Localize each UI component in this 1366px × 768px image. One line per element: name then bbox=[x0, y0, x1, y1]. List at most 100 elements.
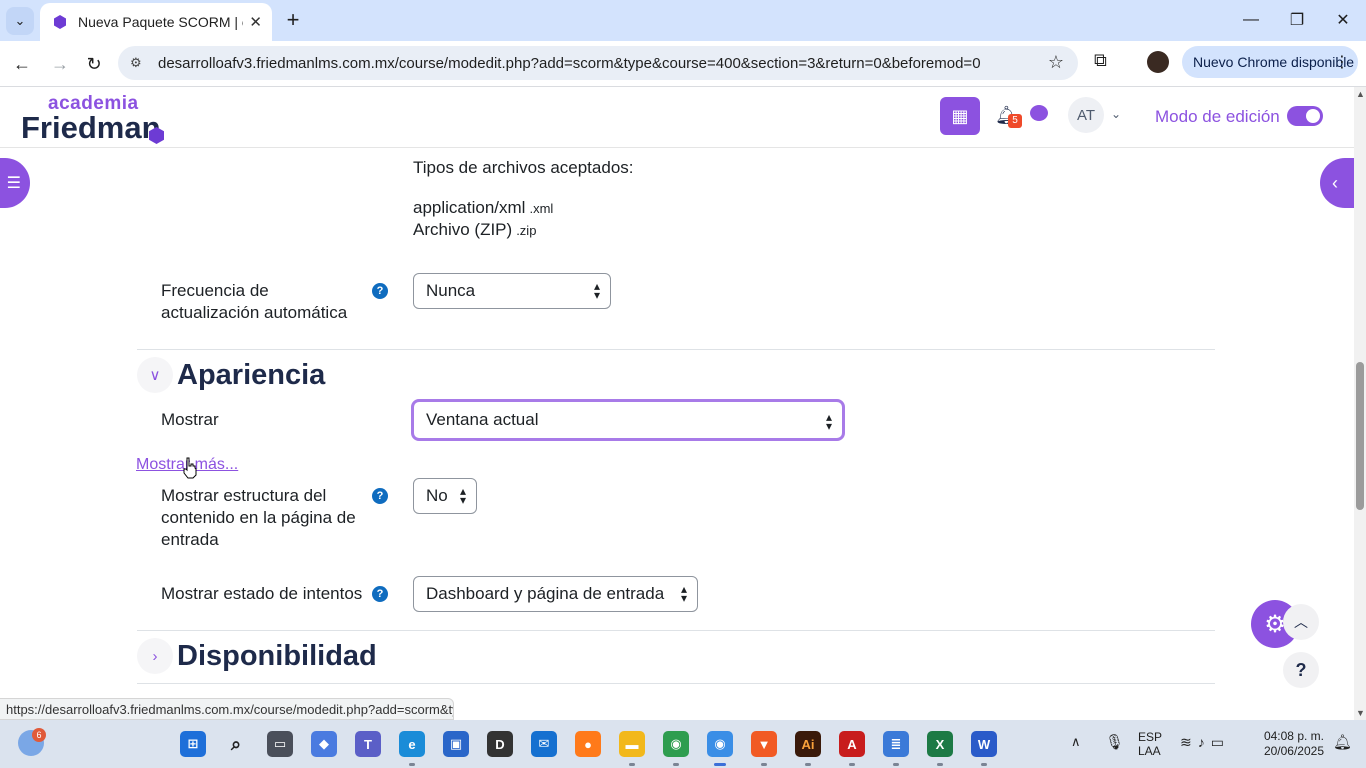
chevron-up-icon: ︿ bbox=[1294, 614, 1308, 630]
section-title: Apariencia bbox=[177, 358, 326, 391]
site-header: academia Friedman ▦ 🔔︎ 5 AT ⌄ Modo de ed… bbox=[0, 87, 1354, 148]
brave-icon[interactable]: ▼ bbox=[751, 731, 777, 766]
profile-avatar[interactable] bbox=[1147, 51, 1169, 73]
task-view-icon[interactable]: ▭ bbox=[267, 731, 293, 757]
update-frequency-select[interactable]: Nunca ▴ ▾ bbox=[413, 273, 611, 309]
chevron-right-icon[interactable]: › bbox=[137, 638, 173, 674]
academia-friedman-logo[interactable]: academia Friedman bbox=[21, 94, 171, 145]
taskbar-clock[interactable]: 04:08 p. m. 20/06/2025 bbox=[1258, 729, 1324, 759]
notification-bell-icon[interactable]: 🔔︎ bbox=[1333, 733, 1352, 751]
word-icon[interactable]: W bbox=[971, 731, 997, 766]
back-arrow-icon[interactable]: ← bbox=[8, 50, 36, 78]
section-header-availability[interactable]: › Disponibilidad bbox=[137, 638, 377, 674]
back-to-top-button[interactable]: ︿ bbox=[1283, 604, 1319, 640]
close-window-button[interactable]: ✕ bbox=[1328, 6, 1358, 34]
chrome-update-label: Nuevo Chrome disponible bbox=[1193, 54, 1355, 70]
language-code: ESP bbox=[1138, 730, 1163, 744]
notification-count-badge: 5 bbox=[1008, 114, 1022, 128]
apps-grid-button[interactable]: ▦ bbox=[940, 97, 980, 135]
chrome-menu-icon[interactable]: ⋮ bbox=[1334, 52, 1350, 72]
course-index-drawer-button[interactable]: ☰ bbox=[0, 158, 30, 208]
select-updown-icon: ▴ ▾ bbox=[825, 410, 832, 433]
extensions-puzzle-icon[interactable]: ⧉ bbox=[1094, 50, 1107, 71]
chrome-profile-icon[interactable]: ◉ bbox=[663, 731, 689, 766]
windows-taskbar: 6 ⊞ ⌕ ▭ ◆ T e ▣ D ✉ ● ▬ ◉ ◉ ▼ Ai A ≣ X W… bbox=[0, 720, 1366, 768]
scrollbar-thumb[interactable] bbox=[1356, 362, 1364, 510]
user-menu-chevron-icon[interactable]: ⌄ bbox=[1111, 107, 1121, 121]
chevron-down-icon[interactable]: ∨ bbox=[137, 357, 173, 393]
help-icon[interactable]: ? bbox=[372, 488, 388, 504]
tray-wifi-volume-battery-icons[interactable]: ≋♪▭ bbox=[1180, 734, 1230, 751]
restore-window-button[interactable]: ❐ bbox=[1282, 6, 1312, 34]
logo-bottom-text: Friedman bbox=[21, 110, 161, 145]
address-url: desarrolloafv3.friedmanlms.com.mx/course… bbox=[158, 54, 981, 72]
start-windows-icon[interactable]: ⊞ bbox=[180, 731, 206, 757]
section-header-appearance[interactable]: ∨ Apariencia bbox=[137, 357, 325, 393]
minimize-window-button[interactable]: — bbox=[1236, 6, 1266, 34]
scroll-up-arrow-icon[interactable]: ▲ bbox=[1356, 89, 1365, 99]
select-updown-icon: ▴ ▾ bbox=[680, 582, 687, 605]
address-bar[interactable]: ⚙ desarrolloafv3.friedmanlms.com.mx/cour… bbox=[118, 46, 1078, 80]
moodle-favicon-icon bbox=[54, 15, 66, 29]
mail-icon[interactable]: ✉ bbox=[531, 731, 557, 757]
copilot-icon[interactable]: ◆ bbox=[311, 731, 337, 757]
help-button[interactable]: ? bbox=[1283, 652, 1319, 688]
mouse-cursor-hand-icon bbox=[183, 457, 197, 479]
tab-search-chevron-icon[interactable]: ⌄ bbox=[6, 7, 34, 35]
messages-chat-icon[interactable] bbox=[1030, 105, 1048, 121]
content-structure-select[interactable]: No ▴ ▾ bbox=[413, 478, 477, 514]
browser-tab-strip: ⌄ Nueva Paquete SCORM | curso2 ✕ + — ❐ ✕ bbox=[0, 0, 1366, 41]
file-explorer-icon[interactable]: ▬ bbox=[619, 731, 645, 766]
site-info-icon[interactable]: ⚙ bbox=[130, 55, 148, 71]
excel-icon[interactable]: X bbox=[927, 731, 953, 766]
section-divider bbox=[137, 349, 1215, 350]
update-frequency-label: Frecuencia de actualización automática bbox=[161, 281, 348, 322]
forward-arrow-icon[interactable]: → bbox=[46, 50, 74, 78]
page-scrollbar[interactable]: ▲ ▼ bbox=[1354, 87, 1366, 720]
select-updown-icon: ▴ ▾ bbox=[459, 484, 466, 507]
acrobat-icon[interactable]: A bbox=[839, 731, 865, 766]
select-value: Nunca bbox=[426, 281, 476, 300]
chevron-left-icon: ‹ bbox=[1332, 172, 1338, 193]
tab-title: Nueva Paquete SCORM | curso2 bbox=[78, 14, 243, 30]
new-tab-button[interactable]: + bbox=[280, 7, 306, 33]
accepted-types-title: Tipos de archivos aceptados: bbox=[413, 158, 634, 177]
accepted-type-xml: application/xml .xml bbox=[413, 198, 553, 218]
dell-icon[interactable]: D bbox=[487, 731, 513, 757]
attempt-status-label: Mostrar estado de intentos bbox=[161, 584, 363, 603]
browser-tab-active[interactable]: Nueva Paquete SCORM | curso2 ✕ bbox=[40, 3, 272, 41]
content-structure-label: Mostrar estructura del contenido en la p… bbox=[161, 486, 356, 549]
edit-mode-toggle[interactable] bbox=[1287, 106, 1323, 126]
tab-close-icon[interactable]: ✕ bbox=[249, 13, 262, 31]
microphone-icon[interactable]: 🎙︎ bbox=[1105, 733, 1124, 751]
input-language-indicator[interactable]: ESP LAA bbox=[1138, 730, 1162, 758]
microsoft-store-icon[interactable]: ▣ bbox=[443, 731, 469, 757]
section-divider bbox=[137, 683, 1215, 684]
select-value: Dashboard y página de entrada bbox=[426, 584, 665, 603]
chrome-active-icon[interactable]: ◉ bbox=[707, 731, 733, 766]
user-avatar[interactable]: AT bbox=[1068, 97, 1104, 133]
search-icon[interactable]: ⌕ bbox=[223, 731, 249, 757]
section-divider bbox=[137, 630, 1215, 631]
bookmark-star-icon[interactable]: ☆ bbox=[1048, 52, 1064, 73]
display-select[interactable]: Ventana actual ▴ ▾ bbox=[411, 399, 845, 441]
edge-browser-icon[interactable]: e bbox=[399, 731, 425, 766]
widget-badge: 6 bbox=[32, 728, 46, 742]
attempt-status-select[interactable]: Dashboard y página de entrada ▴ ▾ bbox=[413, 576, 698, 612]
accepted-type-ext: .zip bbox=[516, 223, 537, 238]
accepted-type-zip: Archivo (ZIP) .zip bbox=[413, 220, 536, 240]
question-icon: ? bbox=[1295, 659, 1307, 680]
tray-chevron-up-icon[interactable]: ∧ bbox=[1071, 734, 1081, 750]
accepted-type-label: Archivo (ZIP) bbox=[413, 220, 513, 239]
reload-icon[interactable]: ↻ bbox=[80, 50, 108, 78]
language-layout: LAA bbox=[1138, 744, 1161, 758]
clock-date: 20/06/2025 bbox=[1263, 744, 1324, 758]
scroll-down-arrow-icon[interactable]: ▼ bbox=[1356, 708, 1365, 718]
teams-icon[interactable]: T bbox=[355, 731, 381, 757]
help-icon[interactable]: ? bbox=[372, 586, 388, 602]
illustrator-icon[interactable]: Ai bbox=[795, 731, 821, 766]
help-icon[interactable]: ? bbox=[372, 283, 388, 299]
notepad-icon[interactable]: ≣ bbox=[883, 731, 909, 766]
firefox-icon[interactable]: ● bbox=[575, 731, 601, 757]
chrome-update-button[interactable]: Nuevo Chrome disponible ⋮ bbox=[1182, 46, 1358, 78]
